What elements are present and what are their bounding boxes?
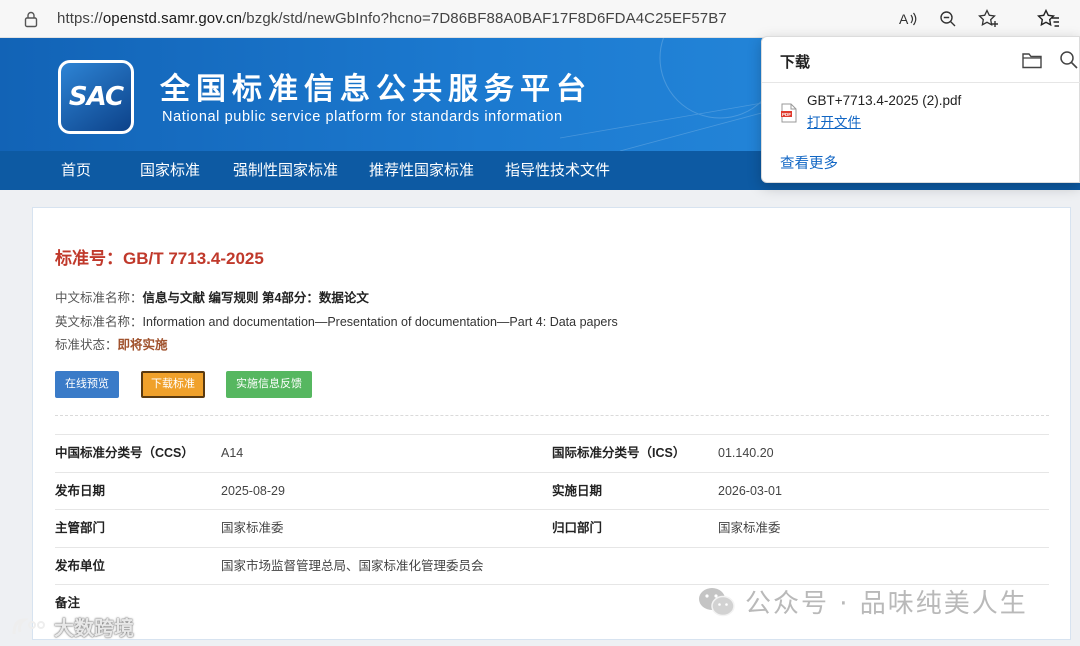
download-file-name[interactable]: GBT+7713.4-2025 (2).pdf [807,93,961,108]
cn-name-label: 中文标准名称： [55,291,143,305]
url-prefix: https:// [57,10,103,27]
standard-detail-card: 标准号：GB/T 7713.4-2025 中文标准名称：信息与文献 编写规则 第… [32,207,1071,640]
nav-item-recommended-standards[interactable]: 推荐性国家标准 [369,151,474,190]
brand-watermark-icon [12,617,45,634]
en-name-label: 英文标准名称： [55,315,143,329]
status-label: 标准状态： [55,338,118,352]
status-row: 标准状态：即将实施 [55,334,168,353]
status-value: 即将实施 [117,338,168,352]
pdf-file-icon: PDF [781,103,797,123]
nav-item-national-standards[interactable]: 国家标准 [140,151,200,190]
table-row: 发布日期 2025-08-29 实施日期 2026-03-01 [55,471,1049,510]
publish-date-value: 2025-08-29 [221,483,285,498]
ics-label: 国际标准分类号（ICS） [552,446,686,460]
wechat-icon [699,587,735,616]
browser-address-bar: https://openstd.samr.gov.cn/bzgk/std/new… [0,0,1080,38]
svg-text:A: A [899,11,909,27]
standard-number: 标准号：GB/T 7713.4-2025 [55,244,264,269]
responsible-dept-label: 归口部门 [552,521,603,535]
site-title-cn: 全国标准信息公共服务平台 [160,72,592,107]
url-path: /bzgk/std/newGbInfo?hcno=7D86BF88A0BAF17… [242,10,727,27]
site-title-en: National public service platform for sta… [162,109,563,125]
ccs-value: A14 [221,446,244,460]
ics-value: 01.140.20 [718,446,774,460]
competent-dept-value: 国家标准委 [221,521,284,535]
svg-text:PDF: PDF [782,112,791,117]
brand-watermark: 大数跨境 [10,612,134,641]
url-host: openstd.samr.gov.cn [102,10,243,27]
ccs-label: 中国标准分类号（CCS） [55,446,194,460]
en-name-value: Information and documentation—Presentati… [142,315,618,329]
read-aloud-icon[interactable]: A [897,8,919,30]
nav-item-guidance-documents[interactable]: 指导性技术文件 [505,151,610,190]
see-more-link[interactable]: 查看更多 [780,152,838,173]
wechat-watermark-text: 公众号 · 品味纯美人生 [745,589,1028,619]
online-preview-button[interactable]: 在线预览 [55,371,119,398]
issuer-value: 国家市场监督管理总局、国家标准化管理委员会 [221,558,484,573]
favorites-icon[interactable] [1017,0,1080,38]
nav-item-home[interactable]: 首页 [61,151,91,190]
nav-item-mandatory-standards[interactable]: 强制性国家标准 [233,151,338,190]
add-favorite-icon[interactable] [978,8,1000,30]
responsible-dept-value: 国家标准委 [718,521,781,535]
standard-number-value: GB/T 7713.4-2025 [123,249,264,268]
download-standard-button[interactable]: 下载标准 [141,371,205,398]
publish-date-label: 发布日期 [55,483,106,498]
issuer-label: 发布单位 [55,558,106,573]
lock-icon[interactable] [22,10,40,28]
cn-name-row: 中文标准名称：信息与文献 编写规则 第4部分：数据论文 [55,287,369,306]
implement-date-value: 2026-03-01 [718,483,782,498]
standard-number-label: 标准号： [55,249,123,268]
open-file-link[interactable]: 打开文件 [807,111,861,131]
zoom-out-icon[interactable] [937,8,959,30]
downloads-separator [762,82,1080,83]
wechat-watermark: 公众号 · 品味纯美人生 [697,583,1028,620]
implement-date-label: 实施日期 [552,483,603,498]
en-name-row: 英文标准名称：Information and documentation—Pre… [55,311,618,330]
table-row: 主管部门 国家标准委 归口部门 国家标准委 [55,509,1049,547]
sac-logo[interactable]: SAC [58,60,134,134]
table-row: 中国标准分类号（CCS） A14 国际标准分类号（ICS） 01.140.20 [55,434,1049,472]
search-icon[interactable] [1058,49,1080,71]
folder-icon[interactable] [1021,50,1043,70]
downloads-title: 下载 [780,54,811,71]
brand-watermark-text: 大数跨境 [54,616,134,640]
downloads-panel: 下载 PDF GBT+7713.4-2025 (2).pdf 打开文件 查看更多 [761,36,1080,183]
cn-name-value: 信息与文献 编写规则 第4部分：数据论文 [142,291,369,305]
table-row: 发布单位 国家市场监督管理总局、国家标准化管理委员会 [55,546,1049,585]
logo-text: SAC [68,82,124,112]
url-field[interactable]: https://openstd.samr.gov.cn/bzgk/std/new… [57,10,727,27]
competent-dept-label: 主管部门 [55,521,106,535]
divider [55,415,1049,416]
implementation-feedback-button[interactable]: 实施信息反馈 [226,371,312,398]
